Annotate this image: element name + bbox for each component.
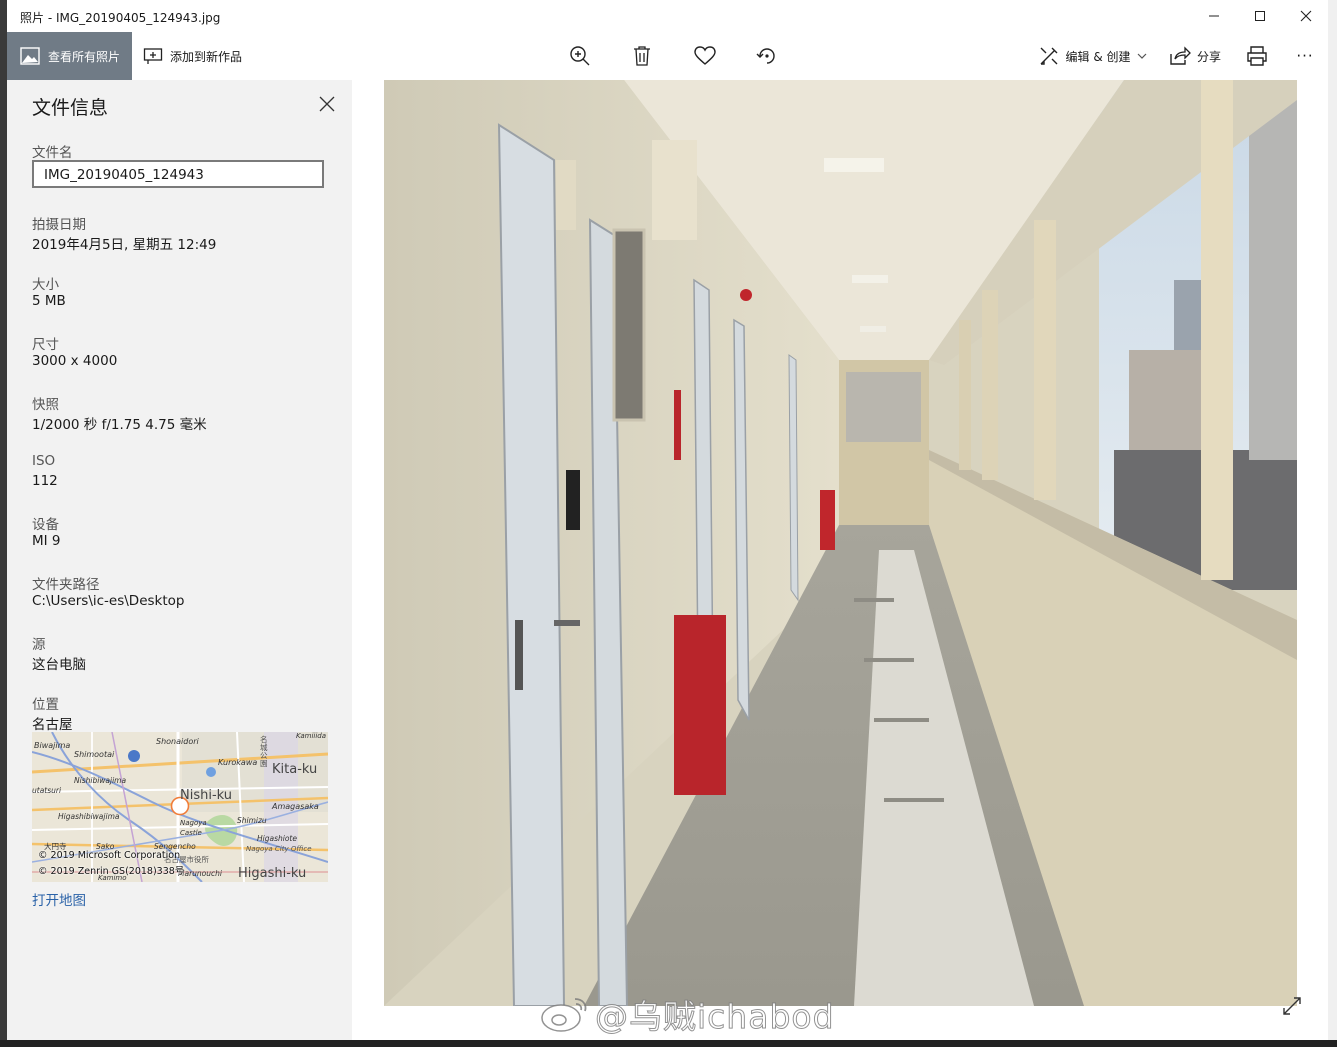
- corridor-photo: [384, 80, 1297, 1006]
- map-label-higashiote: Higashiote: [257, 834, 297, 843]
- watermark: @乌贼ichabod: [539, 990, 835, 1038]
- file-name-input[interactable]: IMG_20190405_124943: [32, 160, 324, 188]
- map-label-nagoya-castle: Nagoya Castle: [180, 819, 207, 837]
- map-label-marunouchi: Marunouchi: [178, 869, 222, 878]
- date-taken-value: 2019年4月5日, 星期五 12:49: [32, 237, 217, 253]
- printer-icon: [1247, 46, 1267, 66]
- size-value: 5 MB: [32, 293, 66, 309]
- heart-icon: [694, 46, 716, 65]
- view-all-photos-label: 查看所有照片: [48, 49, 121, 64]
- map-label-higashi-ku: Higashi-ku: [238, 866, 307, 881]
- trash-icon: [634, 46, 650, 66]
- file-info-panel: 文件信息 文件名 IMG_20190405_124943 拍摄日期 2019年4…: [7, 80, 352, 1040]
- iso-value: 112: [32, 473, 58, 489]
- rotate-button[interactable]: [749, 32, 785, 80]
- source-label: 源: [32, 637, 46, 653]
- minimize-button[interactable]: [1191, 0, 1237, 32]
- photos-icon: [20, 47, 40, 65]
- watermark-text: @乌贼ichabod: [595, 997, 835, 1037]
- map-label-kurokawa: Kurokawa: [218, 758, 258, 767]
- rotate-icon: [756, 48, 775, 64]
- map-label-nishi-ku: Nishi-ku: [180, 788, 233, 803]
- chevron-down-icon: [1137, 53, 1146, 59]
- add-creation-icon: [143, 47, 163, 65]
- share-icon: [1170, 46, 1191, 65]
- delete-button[interactable]: [624, 32, 660, 80]
- favorite-button[interactable]: [687, 32, 723, 80]
- map-label-meijo-park: 名城公園: [260, 735, 268, 768]
- map-label-nagoya-city-office: Nagoya City Office: [246, 845, 312, 853]
- weibo-icon: [541, 998, 587, 1032]
- add-to-new-creation-button[interactable]: 添加到新作品: [143, 32, 242, 80]
- taskbar: [0, 1040, 1337, 1047]
- close-window-button[interactable]: [1283, 0, 1328, 32]
- map-label-utatsuri: utatsuri: [32, 786, 62, 795]
- location-map[interactable]: Biwajima Shimootai Shonaidori Kurokawa K…: [32, 732, 328, 882]
- shot-info-value: 1/2000 秒 f/1.75 4.75 毫米: [32, 417, 207, 433]
- device-value: MI 9: [32, 533, 61, 549]
- maximize-icon: [1255, 11, 1265, 21]
- close-panel-button[interactable]: [318, 95, 336, 113]
- print-button[interactable]: [1239, 32, 1275, 80]
- map-copyright-microsoft: © 2019 Microsoft Corporation: [38, 850, 181, 861]
- edit-create-icon: [1040, 47, 1057, 65]
- map-copyright-zenrin: © 2019 Zenrin GS(2018)338号: [38, 866, 185, 877]
- map-label-shimizu: Shimizu: [237, 816, 267, 825]
- close-icon: [319, 96, 335, 112]
- photo-viewer-image[interactable]: [384, 80, 1297, 1006]
- share-label: 分享: [1196, 49, 1221, 64]
- size-label: 大小: [32, 277, 59, 293]
- file-name-label: 文件名: [32, 145, 73, 161]
- map-label-nishibiwajima: Nishibiwajima: [74, 776, 127, 785]
- maximize-button[interactable]: [1237, 0, 1283, 32]
- expand-icon: [1283, 997, 1301, 1015]
- iso-label: ISO: [32, 453, 56, 469]
- desktop-scrollbar[interactable]: [1328, 0, 1337, 1040]
- photos-app-window: 照片 - IMG_20190405_124943.jpg 查看所有照片 添加到新…: [7, 0, 1328, 1040]
- dimensions-label: 尺寸: [32, 337, 59, 353]
- edit-create-button[interactable]: 编辑 & 创建: [1034, 32, 1150, 80]
- add-to-new-creation-label: 添加到新作品: [170, 49, 243, 64]
- folder-path-label: 文件夹路径: [32, 577, 100, 593]
- map-label-shonaidori: Shonaidori: [156, 737, 199, 746]
- location-label: 位置: [32, 697, 59, 713]
- view-all-photos-button[interactable]: 查看所有照片: [7, 32, 132, 80]
- map-label-higashibiwajima: Higashibiwajima: [58, 812, 120, 821]
- source-value: 这台电脑: [32, 657, 86, 673]
- title-bar: 照片 - IMG_20190405_124943.jpg: [7, 0, 1328, 32]
- toolbar: 查看所有照片 添加到新作品 编辑 & 创建 分享 ···: [7, 32, 1328, 80]
- fullscreen-button[interactable]: [1282, 996, 1302, 1016]
- dimensions-value: 3000 x 4000: [32, 353, 118, 369]
- map-label-amagasaka: Amagasaka: [272, 802, 319, 811]
- folder-path-value: C:\Users\ic-es\Desktop: [32, 593, 185, 609]
- shot-info-label: 快照: [32, 397, 59, 413]
- share-button[interactable]: 分享: [1165, 32, 1225, 80]
- more-options-button[interactable]: ···: [1287, 32, 1323, 80]
- open-map-link[interactable]: 打开地图: [32, 889, 86, 909]
- map-label-biwajima: Biwajima: [34, 741, 71, 750]
- close-icon: [1300, 10, 1312, 22]
- panel-title: 文件信息: [32, 97, 109, 119]
- map-label-kita-ku: Kita-ku: [272, 762, 318, 777]
- window-title: 照片 - IMG_20190405_124943.jpg: [20, 11, 221, 25]
- zoom-in-icon: [570, 46, 590, 66]
- location-value: 名古屋: [32, 717, 73, 733]
- device-label: 设备: [32, 517, 59, 533]
- edit-create-label: 编辑 & 创建: [1065, 49, 1131, 64]
- map-label-shimootai: Shimootai: [74, 750, 115, 759]
- map-label-kamiiida: Kamiiida: [296, 732, 327, 740]
- date-taken-label: 拍摄日期: [32, 217, 86, 233]
- minimize-icon: [1209, 15, 1219, 17]
- zoom-button[interactable]: [562, 32, 598, 80]
